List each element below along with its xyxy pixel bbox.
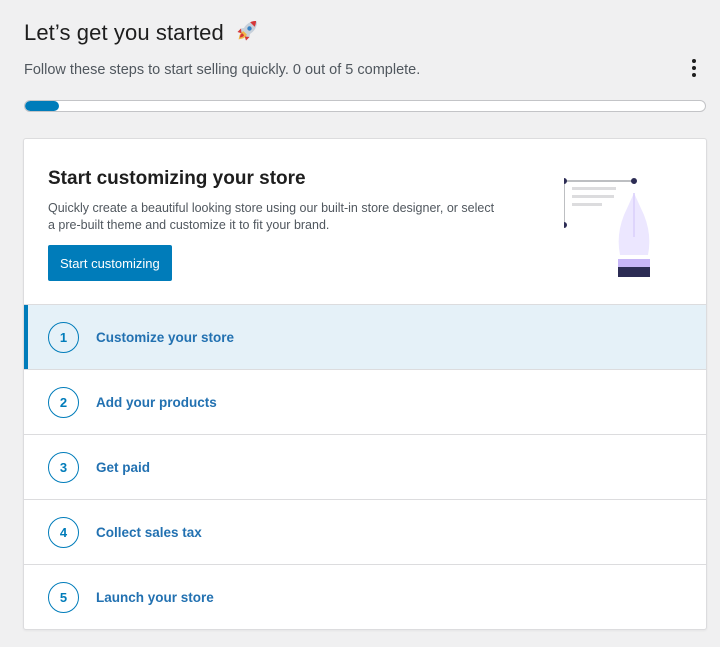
- setup-task-list: Start customizing your store Quickly cre…: [23, 138, 707, 630]
- step-number-badge: 5: [48, 582, 79, 613]
- page-title: Let’s get you started: [24, 18, 260, 46]
- task-item-collect-sales-tax[interactable]: 4 Collect sales tax: [24, 500, 706, 565]
- pen-tool-illustration: [564, 178, 650, 277]
- task-list: 1 Customize your store 2 Add your produc…: [24, 305, 706, 629]
- hero-description: Quickly create a beautiful looking store…: [48, 201, 495, 232]
- task-label: Collect sales tax: [96, 524, 202, 540]
- step-number-badge: 2: [48, 386, 79, 418]
- step-number-badge: 4: [48, 516, 79, 548]
- task-label: Customize your store: [96, 329, 235, 345]
- step-number-badge: 3: [48, 451, 79, 483]
- start-customizing-button[interactable]: Start customizing: [48, 245, 172, 281]
- task-item-get-paid[interactable]: 3 Get paid: [24, 435, 706, 500]
- rocket-icon: [237, 21, 258, 41]
- task-label: Add your products: [96, 394, 217, 410]
- step-number-badge: 1: [48, 321, 79, 353]
- more-options-button[interactable]: [682, 56, 706, 80]
- hero-title: Start customizing your store: [48, 168, 306, 189]
- progress-bar: [24, 100, 706, 112]
- progress-bar-fill: [25, 101, 59, 111]
- task-item-launch-store[interactable]: 5 Launch your store: [24, 565, 706, 629]
- page-title-text: Let’s get you started: [24, 20, 224, 45]
- task-label: Get paid: [96, 459, 151, 475]
- task-item-add-products[interactable]: 2 Add your products: [24, 370, 706, 435]
- task-item-customize-store[interactable]: 1 Customize your store: [24, 305, 706, 370]
- more-vertical-icon: [692, 59, 696, 63]
- page-subtitle: Follow these steps to start selling quic…: [24, 62, 421, 78]
- task-hero: Start customizing your store Quickly cre…: [24, 139, 706, 305]
- task-label: Launch your store: [96, 590, 214, 605]
